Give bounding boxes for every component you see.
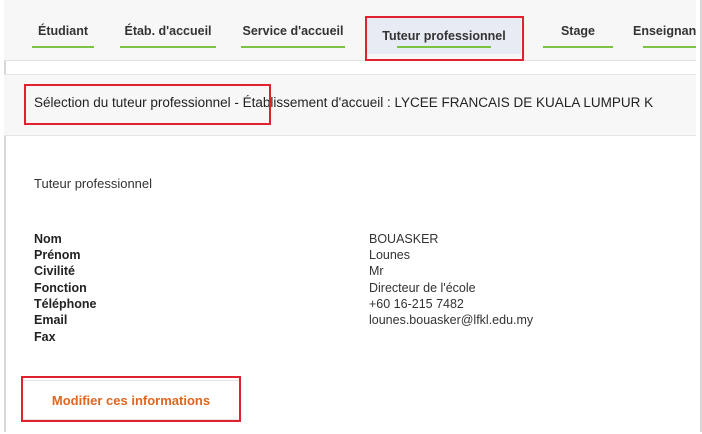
tab-label: Stage: [560, 24, 596, 38]
tab-label: Tuteur professionnel: [382, 29, 506, 43]
value-civilite: Mr: [369, 264, 384, 278]
label-prenom: Prénom: [34, 248, 81, 262]
label-fax: Fax: [34, 330, 56, 344]
tab-stage[interactable]: Stage: [543, 24, 613, 50]
tab-etab-accueil[interactable]: Étab. d'accueil: [120, 24, 216, 50]
label-email: Email: [34, 313, 68, 327]
value-fonction: Directeur de l'école: [369, 281, 476, 295]
tab-label: Étab. d'accueil: [124, 24, 212, 38]
label-telephone: Téléphone: [34, 297, 97, 311]
value-nom: BOUASKER: [369, 232, 439, 246]
section-title: Tuteur professionnel: [34, 176, 153, 191]
tab-tuteur-professionnel[interactable]: Tuteur professionnel: [367, 18, 521, 54]
tab-label: Enseignant: [633, 24, 696, 38]
label-nom: Nom: [34, 232, 62, 246]
tab-service-accueil[interactable]: Service d'accueil: [241, 24, 345, 50]
tab-underline: [397, 46, 491, 48]
label-fonction: Fonction: [34, 281, 87, 295]
modify-info-button[interactable]: Modifier ces informations: [22, 380, 240, 420]
tab-underline: [241, 46, 345, 48]
tab-bar: Étudiant Étab. d'accueil Service d'accue…: [4, 0, 696, 61]
selection-header-text: Sélection du tuteur professionnel - Étab…: [34, 95, 654, 110]
value-email: lounes.bouasker@lfkl.edu.my: [369, 313, 534, 327]
label-civilite: Civilité: [34, 264, 75, 278]
value-telephone: +60 16-215 7482: [369, 297, 464, 311]
tab-underline: [643, 46, 696, 48]
value-prenom: Lounes: [369, 248, 411, 262]
tab-underline: [543, 46, 613, 48]
page-frame: [4, 0, 702, 432]
tab-label: Étudiant: [38, 24, 88, 38]
selection-header: Sélection du tuteur professionnel - Étab…: [4, 74, 696, 136]
tab-label: Service d'accueil: [242, 24, 344, 38]
tab-etudiant[interactable]: Étudiant: [32, 24, 94, 50]
tab-enseignant[interactable]: Enseignant: [633, 24, 696, 50]
tab-underline: [32, 46, 94, 48]
tab-underline: [120, 46, 216, 48]
